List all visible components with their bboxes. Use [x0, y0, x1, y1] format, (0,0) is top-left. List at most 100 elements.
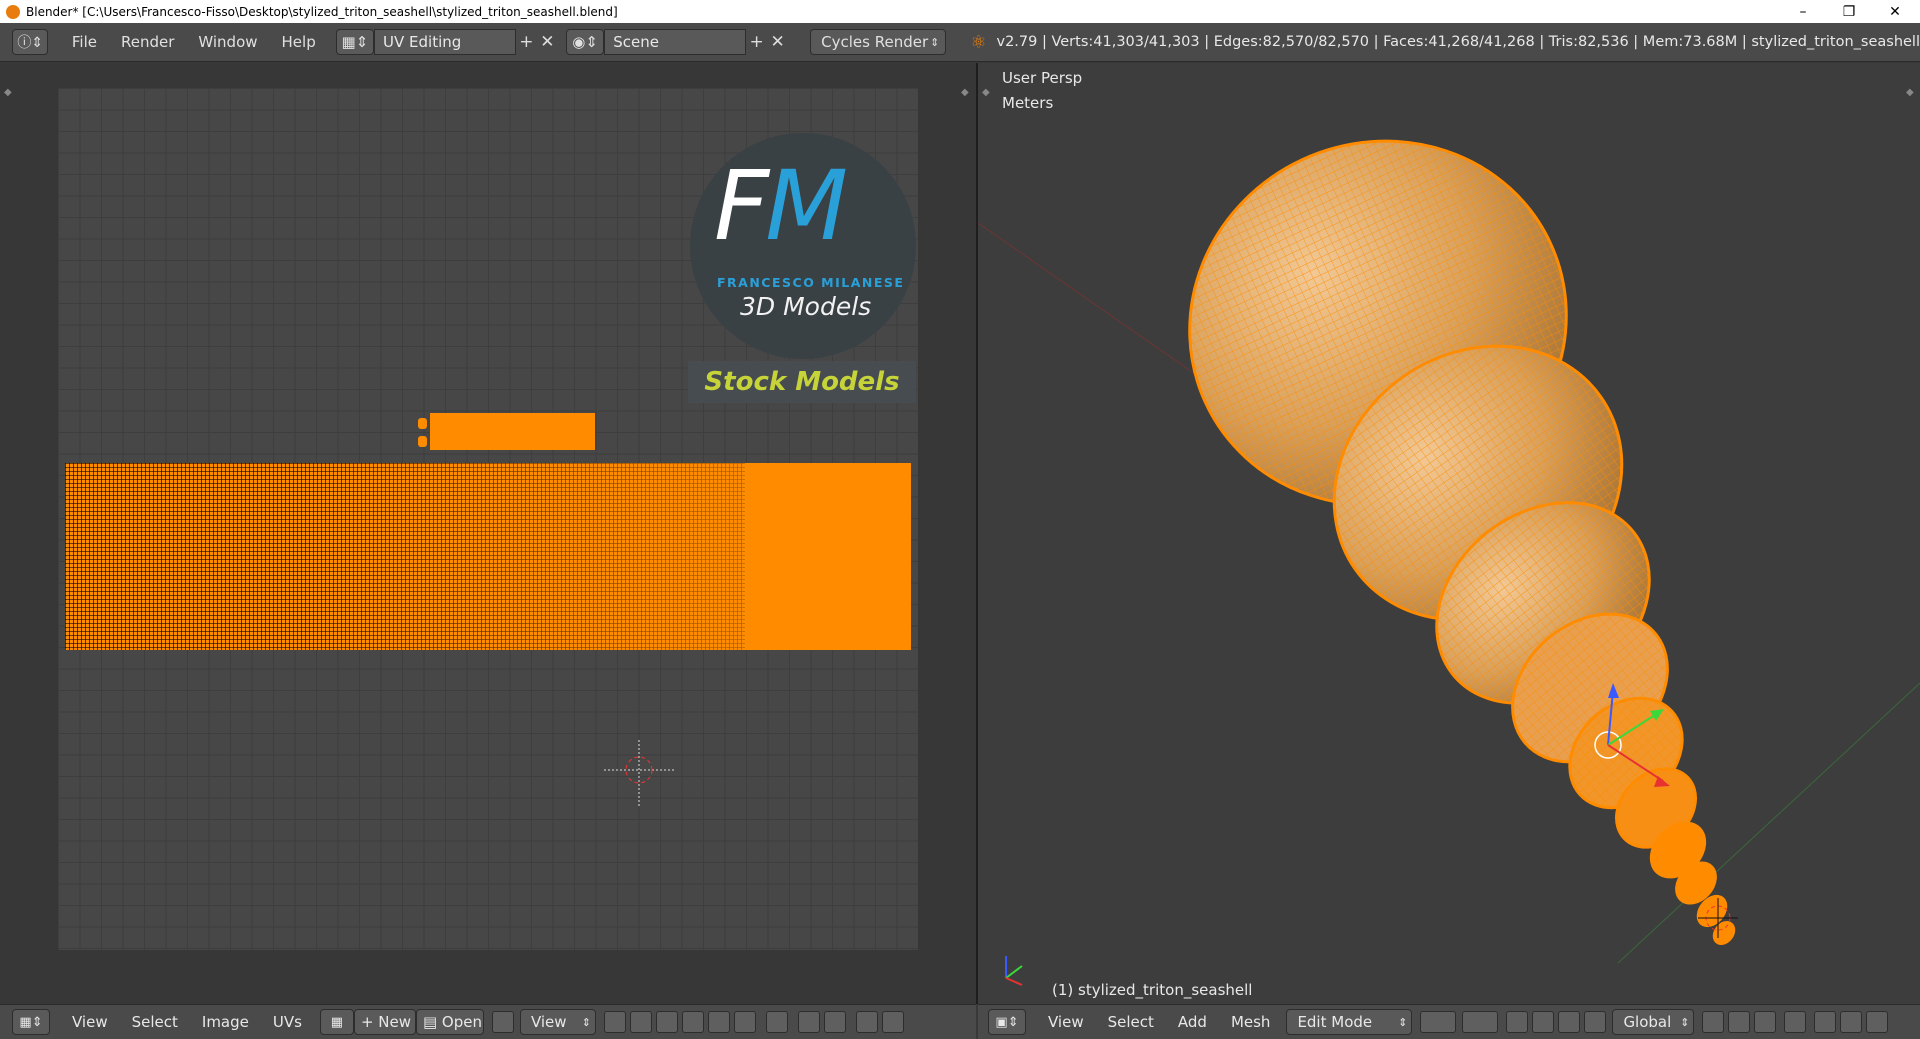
snap-element-icon[interactable]: [1866, 1011, 1889, 1033]
viewport-shading-icon[interactable]: [1420, 1011, 1457, 1033]
dropdown-arrows-icon: ⇕: [581, 1015, 591, 1029]
view-mode-label: View: [530, 1013, 567, 1031]
snap-element-icon[interactable]: [881, 1011, 904, 1033]
axis-orientation-icon: [1005, 956, 1023, 986]
mode-dropdown[interactable]: Edit Mode ⇕: [1286, 1009, 1413, 1035]
window-titlebar: Blender* [C:\Users\Francesco-Fisso\Deskt…: [0, 0, 1920, 23]
face-select-mode-icon[interactable]: [1754, 1011, 1777, 1033]
remove-scene-icon[interactable]: ✕: [767, 31, 788, 53]
face-select-icon[interactable]: [707, 1011, 730, 1033]
editor-type-icon[interactable]: ▦⇕: [12, 1009, 50, 1035]
view3d-menu-mesh[interactable]: Mesh: [1219, 1008, 1283, 1036]
manipulator-icon[interactable]: [1506, 1011, 1529, 1033]
3d-viewport[interactable]: User Persp Meters (1) stylized_triton_se…: [978, 63, 1920, 1004]
layout-selector-icon[interactable]: ▦⇕: [335, 29, 375, 55]
edge-select-icon[interactable]: [681, 1011, 704, 1033]
stock-models-badge: Stock Models: [688, 361, 916, 403]
mode-label: Edit Mode: [1297, 1013, 1373, 1031]
plus-icon: +: [360, 1013, 379, 1031]
region-toggle-icon[interactable]: ◆: [4, 87, 12, 98]
open-image-label: Open: [441, 1013, 482, 1031]
new-image-button[interactable]: + New: [353, 1009, 416, 1035]
viewport-units-label: Meters: [1002, 94, 1054, 112]
rotate-icon[interactable]: [1558, 1011, 1581, 1033]
info-header: ⓘ⇕ File Render Window Help ▦⇕ UV Editing…: [0, 23, 1920, 62]
logo-letters: FM: [714, 150, 848, 262]
pin-icon[interactable]: [491, 1011, 514, 1033]
uv-island[interactable]: [418, 418, 427, 429]
orientation-label: Global: [1623, 1013, 1672, 1031]
add-layout-icon[interactable]: +: [516, 31, 537, 53]
uv-island-main[interactable]: [65, 463, 911, 650]
translate-icon[interactable]: [1532, 1011, 1555, 1033]
view3d-menu-add[interactable]: Add: [1166, 1008, 1219, 1036]
render-engine-label: Cycles Render: [821, 33, 929, 51]
pivot-icon[interactable]: [603, 1011, 626, 1033]
render-engine-dropdown[interactable]: Cycles Render ⇕: [810, 29, 947, 55]
scene-name: Scene: [613, 33, 659, 51]
region-toggle-icon[interactable]: ◆: [982, 87, 990, 98]
island-select-icon[interactable]: [733, 1011, 756, 1033]
scale-icon[interactable]: [1584, 1011, 1607, 1033]
uv-island-small[interactable]: [430, 413, 595, 450]
new-image-label: New: [378, 1013, 411, 1031]
occlude-geometry-icon[interactable]: [1784, 1011, 1807, 1033]
editor-type-icon[interactable]: ▣⇕: [988, 1009, 1026, 1035]
uv-menu-view[interactable]: View: [60, 1008, 120, 1036]
remove-layout-icon[interactable]: ✕: [537, 31, 558, 53]
proportional-edit-icon[interactable]: [1814, 1011, 1837, 1033]
view3d-menu-view[interactable]: View: [1036, 1008, 1096, 1036]
dropdown-arrows-icon: ⇕: [1680, 1015, 1690, 1029]
snap-icon[interactable]: [1840, 1011, 1863, 1033]
blender-logo-icon: ⚛: [970, 31, 987, 53]
sync-selection-icon[interactable]: [629, 1011, 652, 1033]
sticky-selection-icon[interactable]: [765, 1011, 788, 1033]
dropdown-arrows-icon: ⇕: [930, 35, 940, 49]
uv-editor-header: ▦⇕ View Select Image UVs ▦ + New ▤ Open …: [0, 1004, 976, 1039]
image-browse-icon[interactable]: ▦: [319, 1009, 354, 1035]
view3d-menu-select[interactable]: Select: [1096, 1008, 1166, 1036]
uv-wireframe: [65, 463, 745, 650]
scene-stats: v2.79 | Verts:41,303/41,303 | Edges:82,5…: [996, 34, 1920, 50]
pivot-point-icon[interactable]: [1462, 1011, 1499, 1033]
scene-selector-icon[interactable]: ◉⇕: [565, 29, 605, 55]
logo-name: FRANCESCO MILANESE: [717, 275, 905, 290]
uv-island[interactable]: [418, 436, 427, 447]
menu-help[interactable]: Help: [270, 28, 328, 56]
dropdown-arrows-icon: ⇕: [1398, 1015, 1408, 1029]
2d-cursor-icon[interactable]: [604, 740, 674, 806]
uv-menu-uvs[interactable]: UVs: [261, 1008, 314, 1036]
region-toggle-icon[interactable]: ◆: [961, 87, 969, 98]
close-icon[interactable]: ✕: [1872, 0, 1918, 23]
menu-window[interactable]: Window: [186, 28, 269, 56]
folder-icon: ▤: [422, 1013, 442, 1031]
uv-menu-select[interactable]: Select: [120, 1008, 190, 1036]
vertex-select-icon[interactable]: [655, 1011, 678, 1033]
proportional-edit-icon[interactable]: [797, 1011, 820, 1033]
view-mode-dropdown[interactable]: View ⇕: [519, 1009, 596, 1035]
seashell-mesh[interactable]: [978, 63, 1920, 1004]
menu-file[interactable]: File: [60, 28, 109, 56]
region-toggle-icon[interactable]: ◆: [1906, 87, 1914, 98]
maximize-icon[interactable]: ❐: [1826, 0, 1872, 23]
info-editor-type-button[interactable]: ⓘ⇕: [12, 29, 49, 55]
vertex-select-mode-icon[interactable]: [1702, 1011, 1725, 1033]
falloff-icon[interactable]: [823, 1011, 846, 1033]
blender-logo-icon: [6, 4, 20, 19]
layout-name-field[interactable]: UV Editing: [374, 29, 516, 55]
menu-render[interactable]: Render: [109, 28, 186, 56]
viewport-object-label: (1) stylized_triton_seashell: [1052, 981, 1253, 999]
open-image-button[interactable]: ▤ Open: [415, 1009, 484, 1035]
viewport-perspective-label: User Persp: [1002, 69, 1083, 87]
window-title: Blender* [C:\Users\Francesco-Fisso\Deskt…: [26, 4, 618, 19]
minimize-icon[interactable]: –: [1780, 0, 1826, 23]
add-scene-icon[interactable]: +: [746, 31, 767, 53]
layout-name: UV Editing: [383, 33, 462, 51]
snap-icon[interactable]: [855, 1011, 878, 1033]
scene-name-field[interactable]: Scene: [604, 29, 747, 55]
transform-orientation-dropdown[interactable]: Global ⇕: [1612, 1009, 1695, 1035]
edge-select-mode-icon[interactable]: [1728, 1011, 1751, 1033]
logo-subtitle: 3D Models: [740, 292, 872, 321]
uv-menu-image[interactable]: Image: [190, 1008, 261, 1036]
3d-viewport-header: ▣⇕ View Select Add Mesh Edit Mode ⇕ Globa…: [978, 1004, 1920, 1039]
